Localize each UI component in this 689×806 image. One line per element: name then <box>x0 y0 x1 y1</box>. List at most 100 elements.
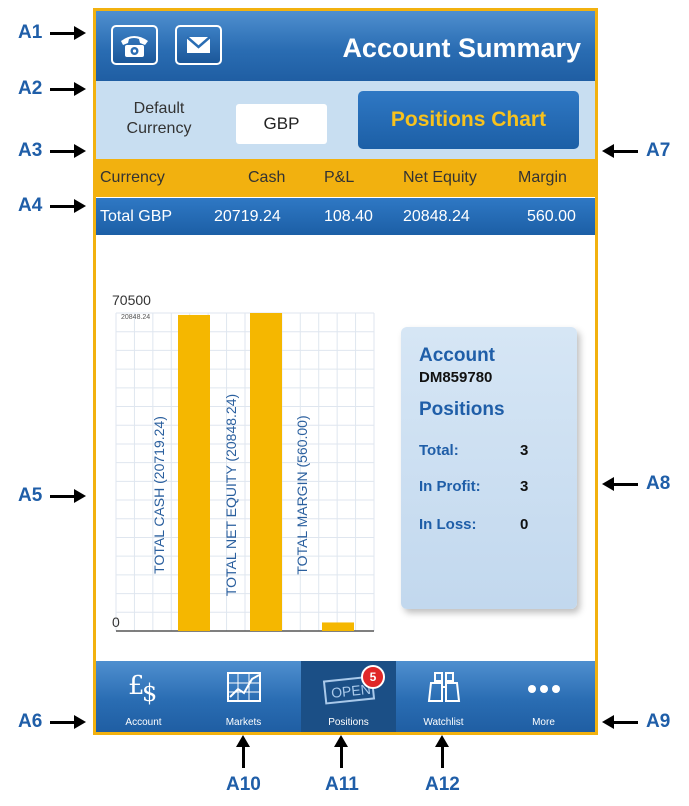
arrow-up-icon <box>235 735 250 768</box>
y-axis-max-label: 70500 <box>112 292 151 308</box>
tab-markets[interactable]: Markets <box>196 661 291 732</box>
mail-button[interactable] <box>175 25 222 65</box>
page-title: Account Summary <box>342 33 581 63</box>
bar-category-label-1: TOTAL CASH (20719.24) <box>151 416 167 574</box>
callout-a4: A4 <box>18 195 87 217</box>
callout-a6: A6 <box>18 711 87 733</box>
currency-row: Default Currency GBP Positions Chart <box>96 81 595 159</box>
bar-category-label-2: TOTAL NET EQUITY (20848.24) <box>223 394 239 596</box>
chart-labels: TOTAL CASH (20719.24) TOTAL NET EQUITY (2… <box>151 394 310 596</box>
callout-a1: A1 <box>18 22 87 44</box>
tab-more[interactable]: More <box>496 661 591 732</box>
chart-bars <box>178 313 354 631</box>
phone-button[interactable] <box>111 25 158 65</box>
header-bar: Account Summary <box>96 11 595 81</box>
arrow-up-icon <box>334 735 349 768</box>
tab-account[interactable]: £ $ Account <box>96 661 191 732</box>
app-screen: Account Summary Default Currency GBP Pos… <box>93 8 598 735</box>
positions-chart-button[interactable]: Positions Chart <box>358 91 579 149</box>
callout-a8-label: A8 <box>646 473 671 494</box>
chart-icon <box>226 672 261 702</box>
callout-a12: A12 <box>425 735 460 796</box>
arrow-left-icon <box>602 476 638 491</box>
arrow-left-icon <box>602 714 638 729</box>
total-margin-cell: 560.00 <box>527 208 576 225</box>
default-currency-label-line2: Currency <box>126 120 192 137</box>
svg-text:$: $ <box>142 679 157 707</box>
callout-a6-label: A6 <box>18 711 43 732</box>
callout-a9-label: A9 <box>646 711 671 732</box>
chart-bar-1 <box>178 314 210 631</box>
callout-a11: A11 <box>325 735 359 796</box>
bottom-tab-bar: £ $ Account Markets OPEN 5 Positions Wat… <box>96 661 595 732</box>
stat-in-profit-value: 3 <box>520 478 529 495</box>
tab-more-label: More <box>532 717 555 728</box>
callout-a4-label: A4 <box>18 195 43 216</box>
column-header-margin: Margin <box>518 169 567 186</box>
currency-icon: £ $ <box>128 671 157 707</box>
arrow-right-icon <box>50 488 87 503</box>
tab-watchlist[interactable]: Watchlist <box>396 661 491 732</box>
total-pnl-cell: 108.40 <box>324 208 373 225</box>
callout-a5: A5 <box>18 485 87 507</box>
callout-a11-label: A11 <box>325 774 359 795</box>
arrow-up-icon <box>434 735 449 768</box>
tab-positions-label: Positions <box>328 717 369 728</box>
bar-category-label-3: TOTAL MARGIN (560.00) <box>294 415 310 574</box>
callout-a10: A10 <box>226 735 261 796</box>
default-currency-label-line1: Default <box>133 100 185 117</box>
total-currency-cell: Total GBP <box>100 208 173 225</box>
total-net-equity-cell: 20848.24 <box>403 208 470 225</box>
callout-a8: A8 <box>602 473 671 495</box>
arrow-right-icon <box>50 714 87 729</box>
more-icon <box>527 685 560 693</box>
positions-heading: Positions <box>419 399 505 420</box>
column-header-cash: Cash <box>248 169 286 186</box>
callout-a9: A9 <box>602 711 671 733</box>
account-number: DM859780 <box>419 369 493 386</box>
chart-bar-2 <box>250 313 282 631</box>
bar-top-value-label: 20848.24 <box>121 314 150 321</box>
callout-a3: A3 <box>18 140 87 162</box>
account-info-panel: Account DM859780 Positions Total: 3 In P… <box>401 327 577 609</box>
tab-positions[interactable]: OPEN 5 Positions <box>301 661 396 732</box>
total-cash-cell: 20719.24 <box>214 208 281 225</box>
default-currency-label: Default Currency <box>114 99 204 139</box>
arrow-right-icon <box>50 25 87 40</box>
column-header-net-equity: Net Equity <box>403 169 477 186</box>
arrow-right-icon <box>50 198 87 213</box>
stat-in-loss-value: 0 <box>520 516 529 533</box>
callout-a7: A7 <box>602 140 671 162</box>
y-axis-min-label: 0 <box>112 614 120 630</box>
callout-a1-label: A1 <box>18 22 43 43</box>
tab-account-label: Account <box>125 717 162 728</box>
stat-in-profit-label: In Profit: <box>419 478 481 495</box>
callout-a12-label: A12 <box>425 774 460 795</box>
currency-select[interactable]: GBP <box>236 104 327 144</box>
callout-a2: A2 <box>18 78 87 100</box>
stat-total-label: Total: <box>419 442 459 459</box>
account-title: Account <box>419 345 495 366</box>
callout-a2-label: A2 <box>18 78 43 99</box>
positions-count-badge: 5 <box>361 665 385 689</box>
tab-markets-label: Markets <box>225 717 262 728</box>
column-header-currency: Currency <box>100 169 165 186</box>
arrow-left-icon <box>602 143 638 158</box>
callout-a7-label: A7 <box>646 140 671 161</box>
tab-watchlist-label: Watchlist <box>423 717 464 728</box>
chart-bar-3 <box>322 622 354 631</box>
column-header-pnl: P&L <box>324 169 355 186</box>
chart-area: TOTAL CASH (20719.24) TOTAL NET EQUITY (2… <box>96 235 595 661</box>
arrow-right-icon <box>50 81 87 96</box>
envelope-icon <box>186 36 211 53</box>
callout-a10-label: A10 <box>226 774 261 795</box>
positions-bar-chart: TOTAL CASH (20719.24) TOTAL NET EQUITY (2… <box>112 292 375 632</box>
callout-a3-label: A3 <box>18 140 43 161</box>
callout-a5-label: A5 <box>18 485 43 506</box>
stat-total-value: 3 <box>520 442 529 459</box>
stat-in-loss-label: In Loss: <box>419 516 477 533</box>
binoculars-icon <box>427 672 460 702</box>
phone-icon <box>121 36 148 57</box>
arrow-right-icon <box>50 143 87 158</box>
summary-total-row: Total GBP 20719.24 108.40 20848.24 560.0… <box>96 198 595 235</box>
